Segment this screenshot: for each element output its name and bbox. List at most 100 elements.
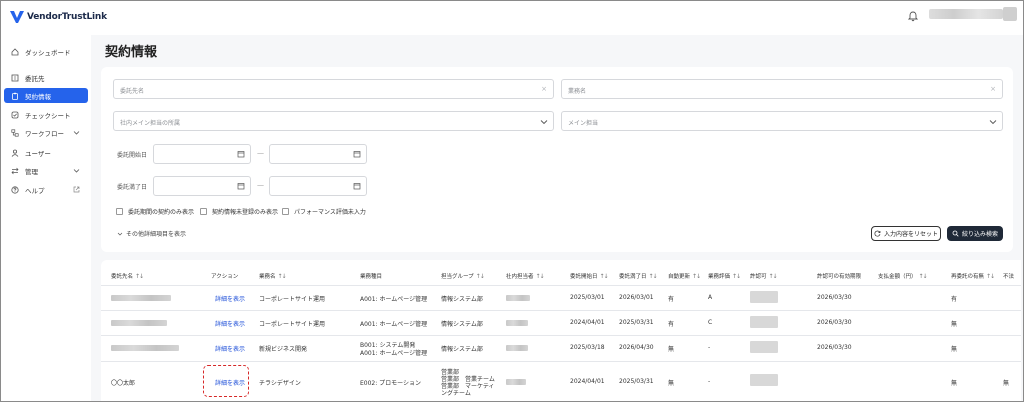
avatar[interactable] xyxy=(1003,7,1017,21)
rating-cell: - xyxy=(708,344,711,351)
permit-expiry-cell: 2026/03/30 xyxy=(817,294,852,301)
sidebar-item-dashboard[interactable]: ダッシュボード xyxy=(4,44,88,59)
subcontract-cell: 無 xyxy=(951,380,958,387)
sort-icon[interactable]: ↑↓ xyxy=(769,273,778,280)
owner-select[interactable]: メイン担当 xyxy=(561,111,1003,131)
app-name: VendorTrustLink xyxy=(27,12,107,22)
start-date-cell: 2024/04/01 xyxy=(570,319,605,326)
reset-button[interactable]: 入力内容をリセット xyxy=(871,226,941,241)
view-details-link[interactable]: 詳細を表示 xyxy=(215,319,245,328)
sort-icon[interactable]: ↑↓ xyxy=(732,273,741,280)
end-date-cell: 2025/03/31 xyxy=(619,319,654,326)
active-contracts-checkbox[interactable]: 委託期間の契約のみ表示 xyxy=(116,207,194,216)
end-date-from-input[interactable] xyxy=(153,176,251,196)
sort-icon[interactable]: ↑↓ xyxy=(476,273,485,280)
business-name-input[interactable]: 業務名 × xyxy=(561,79,1003,99)
chevron-down-icon xyxy=(73,131,80,135)
permit-redacted xyxy=(750,341,778,353)
column-header-label: 委託満了日 xyxy=(619,274,647,280)
sort-icon[interactable]: ↑↓ xyxy=(986,273,995,280)
view-details-link[interactable]: 詳細を表示 xyxy=(215,344,245,353)
app-logo[interactable]: VendorTrustLink xyxy=(10,11,107,23)
checkbox-box[interactable] xyxy=(282,208,289,215)
rating-cell: C xyxy=(708,319,713,326)
bell-icon[interactable] xyxy=(908,11,918,22)
column-header-subcontract[interactable]: 再委託の有無 ↑↓ xyxy=(951,272,995,281)
more-details-toggle[interactable]: その他詳細項目を表示 xyxy=(117,229,186,238)
app-window: VendorTrustLink ダッシュボード 委託先 契約情報 チェックシート xyxy=(0,0,1024,402)
subcontract-cell: 無 xyxy=(951,346,958,353)
start-date-from-input[interactable] xyxy=(153,144,251,164)
column-header-label: 業務名 xyxy=(259,274,276,280)
external-link-icon xyxy=(73,186,80,193)
column-header-start[interactable]: 委託開始日 ↑↓ xyxy=(570,272,609,281)
column-header-label: 自動更新 xyxy=(668,274,691,280)
user-name-redacted[interactable] xyxy=(929,9,1003,19)
sort-icon[interactable]: ↑↓ xyxy=(536,273,545,280)
column-header-label: 許認可の有効期限 xyxy=(817,274,862,280)
checkbox-box[interactable] xyxy=(200,208,207,215)
clear-icon[interactable]: × xyxy=(541,85,547,93)
start-date-label: 委託開始日 xyxy=(117,152,148,159)
calendar-icon[interactable] xyxy=(237,182,245,190)
rating-cell: - xyxy=(708,378,711,385)
view-details-link[interactable]: 詳細を表示 xyxy=(215,294,245,303)
column-header-label: 業務評価 xyxy=(708,274,731,280)
page-title: 契約情報 xyxy=(105,45,158,60)
column-header-label: 再委託の有無 xyxy=(951,274,985,280)
search-button[interactable]: 絞り込み検索 xyxy=(947,226,1003,241)
sidebar-item-workflow[interactable]: ワークフロー xyxy=(4,125,88,140)
business-cell: チラシデザイン xyxy=(259,380,301,387)
sidebar-item-admin[interactable]: 管理 xyxy=(4,163,88,178)
column-header-group[interactable]: 担当グループ ↑↓ xyxy=(441,272,485,281)
sidebar-item-vendors[interactable]: 委託先 xyxy=(4,70,88,85)
checkbox-box[interactable] xyxy=(116,208,123,215)
column-header-permit[interactable]: 許認可 ↑↓ xyxy=(750,272,778,281)
column-header-rating[interactable]: 業務評価 ↑↓ xyxy=(708,272,741,281)
check-circle-icon xyxy=(11,111,19,118)
user-icon xyxy=(11,149,19,157)
start-date-to-input[interactable] xyxy=(269,144,367,164)
sort-icon[interactable]: ↑↓ xyxy=(692,273,701,280)
building-icon xyxy=(11,74,19,81)
column-header-payment[interactable]: 支払金額（円） ↑↓ xyxy=(878,272,928,281)
calendar-icon[interactable] xyxy=(353,150,361,158)
calendar-icon[interactable] xyxy=(353,182,361,190)
auto-renew-cell: 有 xyxy=(668,321,675,328)
sort-icon[interactable]: ↑↓ xyxy=(649,273,658,280)
annotation-highlight xyxy=(203,365,249,397)
end-date-label: 委託満了日 xyxy=(117,184,148,191)
start-date-cell: 2025/03/01 xyxy=(570,294,605,301)
sidebar-item-label: ワークフロー xyxy=(25,129,64,138)
sort-icon[interactable]: ↑↓ xyxy=(919,273,928,280)
sidebar-item-help[interactable]: ヘルプ xyxy=(4,182,88,197)
department-select[interactable]: 社内メイン担当の所属 xyxy=(113,111,554,131)
divider xyxy=(101,285,1021,286)
column-header-vendor[interactable]: 委託先名 ↑↓ xyxy=(111,272,144,281)
column-header-label: 不法 xyxy=(1003,274,1015,280)
subcontract-cell: 有 xyxy=(951,296,958,303)
clear-icon[interactable]: × xyxy=(990,85,996,93)
vendor-name-input[interactable]: 委託先名 × xyxy=(113,79,554,99)
sidebar-item-users[interactable]: ユーザー xyxy=(4,145,88,160)
more-details-label: その他詳細項目を表示 xyxy=(126,231,187,238)
sidebar-item-checksheet[interactable]: チェックシート xyxy=(4,107,88,122)
sort-icon[interactable]: ↑↓ xyxy=(600,273,609,280)
calendar-icon[interactable] xyxy=(237,150,245,158)
sort-icon[interactable]: ↑↓ xyxy=(135,273,144,280)
performance-unrated-checkbox[interactable]: パフォーマンス評価未入力 xyxy=(282,207,366,216)
group-cell: ングチーム xyxy=(441,390,471,397)
rating-cell: A xyxy=(708,294,713,301)
column-header-label: 社内担当者 xyxy=(506,274,534,280)
column-header-business[interactable]: 業務名 ↑↓ xyxy=(259,272,287,281)
sort-icon[interactable]: ↑↓ xyxy=(278,273,287,280)
sidebar-item-contracts[interactable]: 契約情報 xyxy=(4,88,88,103)
end-date-to-input[interactable] xyxy=(269,176,367,196)
refresh-icon xyxy=(874,230,881,237)
top-bar: VendorTrustLink xyxy=(1,1,1023,35)
column-header-auto-renew[interactable]: 自動更新 ↑↓ xyxy=(668,272,701,281)
unregistered-only-checkbox[interactable]: 契約情報未登録のみ表示 xyxy=(200,207,278,216)
end-date-cell: 2026/04/30 xyxy=(619,344,654,351)
column-header-owner[interactable]: 社内担当者 ↑↓ xyxy=(506,272,545,281)
column-header-end[interactable]: 委託満了日 ↑↓ xyxy=(619,272,658,281)
